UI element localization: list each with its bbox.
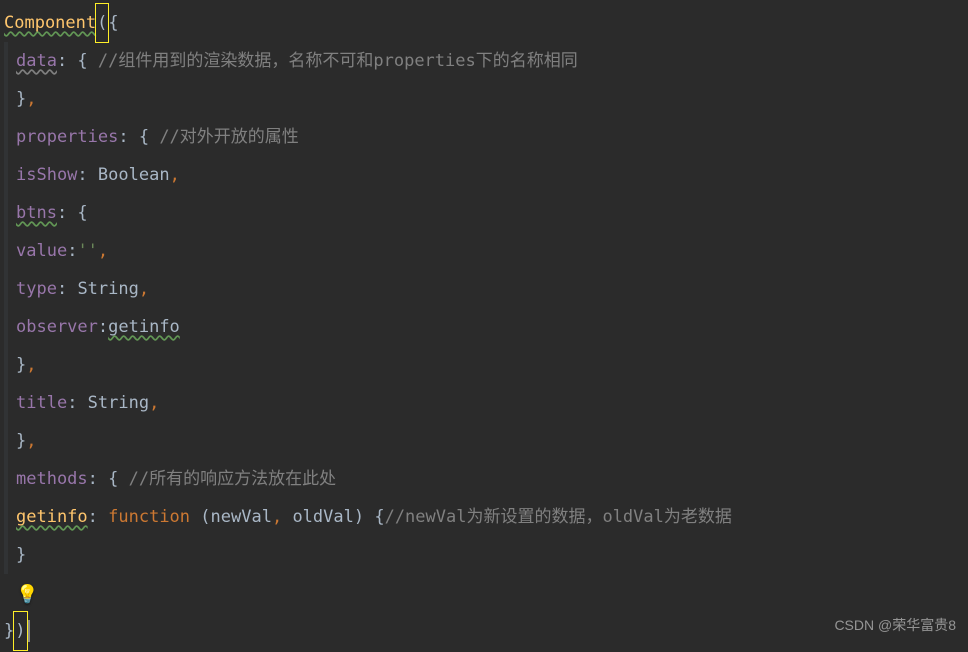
space [282, 498, 292, 536]
component-call: Component [4, 4, 96, 42]
gutter-mark [4, 536, 8, 574]
code-line[interactable] [4, 574, 968, 612]
gutter-mark [4, 232, 8, 270]
code-line[interactable]: } [4, 536, 968, 574]
prop-isshow: isShow [16, 156, 77, 194]
colon: : [88, 498, 108, 536]
comma: , [98, 232, 108, 270]
comma: , [26, 346, 36, 384]
paren-close: ) [13, 611, 27, 651]
code-line[interactable]: btns: { [4, 194, 968, 232]
brace-close: } [16, 80, 26, 118]
code-line[interactable]: }) [4, 612, 968, 650]
gutter-mark [4, 384, 8, 422]
code-line[interactable]: isShow: Boolean, [4, 156, 968, 194]
comma: , [272, 498, 282, 536]
colon: : { [88, 460, 129, 498]
observer-ref: getinfo [108, 308, 180, 346]
keyword-function: function [108, 498, 190, 536]
code-editor[interactable]: Component({ data: { //组件用到的渲染数据，名称不可和pro… [0, 0, 968, 650]
gutter-mark [4, 118, 8, 156]
gutter-mark [4, 498, 8, 536]
prop-observer: observer [16, 308, 98, 346]
brace-close: } [16, 536, 26, 574]
code-line[interactable]: properties: { //对外开放的属性 [4, 118, 968, 156]
code-line[interactable]: data: { //组件用到的渲染数据，名称不可和properties下的名称相… [4, 42, 968, 80]
type-string2: String [88, 384, 149, 422]
param-oldval: oldVal [292, 498, 353, 536]
comma: , [26, 422, 36, 460]
prop-properties: properties [16, 118, 118, 156]
colon: : [57, 270, 77, 308]
colon: : [67, 232, 77, 270]
paren-open: ( [95, 3, 109, 43]
colon: : [77, 156, 97, 194]
gutter-mark [4, 156, 8, 194]
colon: : [67, 384, 87, 422]
comma: , [26, 80, 36, 118]
comma: , [139, 270, 149, 308]
gutter-mark [4, 346, 8, 384]
brace-close: } [16, 422, 26, 460]
prop-btns: btns [16, 194, 57, 232]
lightbulb-icon[interactable]: 💡 [16, 576, 38, 614]
prop-methods: methods [16, 460, 88, 498]
comment-properties: //对外开放的属性 [159, 118, 298, 156]
type-boolean: Boolean [98, 156, 170, 194]
param-newval: newVal [211, 498, 272, 536]
paren: ( [190, 498, 210, 536]
comment-data: //组件用到的渲染数据，名称不可和properties下的名称相同 [98, 42, 578, 80]
gutter-mark [4, 194, 8, 232]
colon: : [98, 308, 108, 346]
type-string: String [77, 270, 138, 308]
gutter-mark [4, 270, 8, 308]
code-line[interactable]: observer:getinfo [4, 308, 968, 346]
code-line[interactable]: title: String, [4, 384, 968, 422]
colon: : { [118, 118, 159, 156]
gutter-mark [4, 308, 8, 346]
text-caret [28, 620, 30, 642]
code-line[interactable]: }, [4, 346, 968, 384]
code-line[interactable]: methods: { //所有的响应方法放在此处 [4, 460, 968, 498]
gutter-mark [4, 422, 8, 460]
gutter-mark [4, 42, 8, 80]
gutter-mark [4, 460, 8, 498]
colon: : { [57, 42, 98, 80]
colon: : { [57, 194, 88, 232]
code-line[interactable]: type: String, [4, 270, 968, 308]
code-line[interactable]: }, [4, 80, 968, 118]
prop-data: data [16, 42, 57, 80]
prop-value: value [16, 232, 67, 270]
code-line[interactable]: getinfo: function (newVal, oldVal) {//ne… [4, 498, 968, 536]
brace: { [108, 4, 118, 42]
brace-close: } [16, 346, 26, 384]
comma: , [149, 384, 159, 422]
method-getinfo: getinfo [16, 498, 88, 536]
code-line[interactable]: Component({ [4, 4, 968, 42]
gutter-mark [4, 80, 8, 118]
watermark-text: CSDN @荣华富贵8 [834, 606, 956, 644]
paren-close: ) { [354, 498, 385, 536]
comma: , [170, 156, 180, 194]
code-line[interactable]: }, [4, 422, 968, 460]
prop-type: type [16, 270, 57, 308]
comment-methods: //所有的响应方法放在此处 [129, 460, 336, 498]
comment-method: //newVal为新设置的数据，oldVal为老数据 [385, 498, 732, 536]
code-line[interactable]: value:'', [4, 232, 968, 270]
prop-title: title [16, 384, 67, 422]
string-empty: '' [77, 232, 97, 270]
